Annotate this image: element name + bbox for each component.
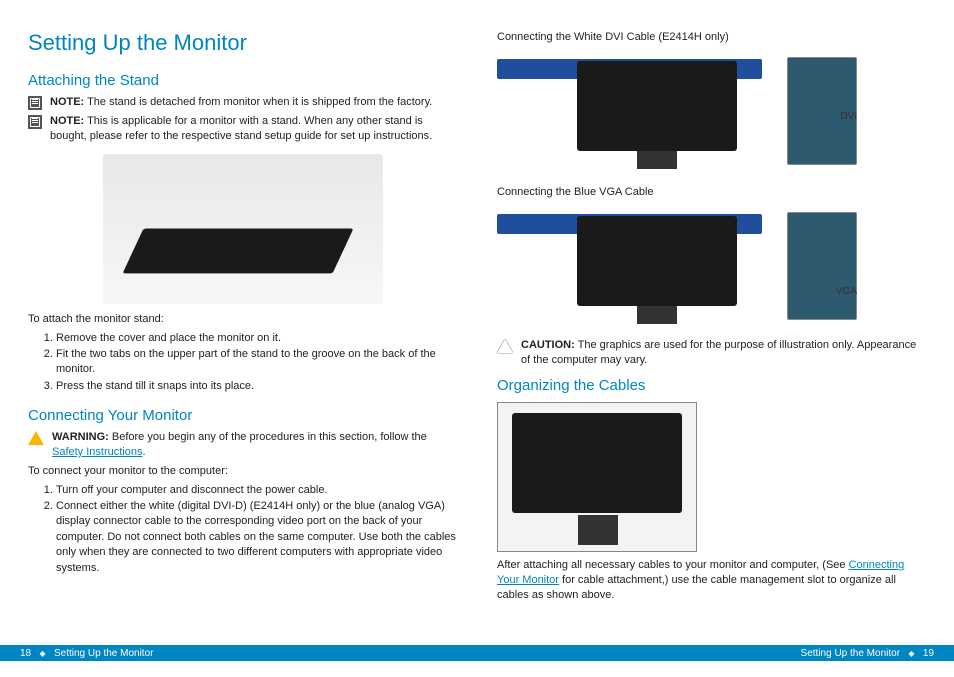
dvi-connection-illustration: DVI bbox=[497, 53, 857, 173]
warning-text: Before you begin any of the procedures i… bbox=[109, 431, 427, 443]
caution-label: CAUTION: bbox=[521, 339, 575, 351]
connecting-lead: To connect your monitor to the computer: bbox=[28, 464, 457, 479]
stand-assembly-illustration bbox=[103, 154, 383, 304]
right-column: Connecting the White DVI Cable (E2414H o… bbox=[497, 30, 926, 640]
note-text: This is applicable for a monitor with a … bbox=[50, 115, 432, 142]
warning-icon bbox=[28, 431, 44, 445]
page-footer: 18 ◆ Setting Up the Monitor Setting Up t… bbox=[0, 645, 954, 661]
dvi-caption: Connecting the White DVI Cable (E2414H o… bbox=[497, 30, 926, 45]
caution-icon bbox=[497, 339, 513, 353]
vga-connection-illustration: VGA bbox=[497, 208, 857, 328]
list-item: Connect either the white (digital DVI-D)… bbox=[56, 499, 457, 576]
heading-connecting: Connecting Your Monitor bbox=[28, 407, 457, 424]
warning-row: WARNING: Before you begin any of the pro… bbox=[28, 430, 457, 460]
list-item: Remove the cover and place the monitor o… bbox=[56, 331, 457, 346]
caution-row: CAUTION: The graphics are used for the p… bbox=[497, 338, 926, 368]
note-label: NOTE: bbox=[50, 96, 84, 108]
note-icon bbox=[28, 96, 42, 110]
note-label: NOTE: bbox=[50, 115, 84, 127]
page-title: Setting Up the Monitor bbox=[28, 30, 457, 56]
heading-attaching: Attaching the Stand bbox=[28, 72, 457, 89]
attaching-lead: To attach the monitor stand: bbox=[28, 312, 457, 327]
heading-organizing: Organizing the Cables bbox=[497, 377, 926, 394]
cable-organization-illustration bbox=[497, 402, 697, 552]
warning-text-after: . bbox=[143, 446, 146, 458]
note-icon bbox=[28, 115, 42, 129]
list-item: Turn off your computer and disconnect th… bbox=[56, 483, 457, 498]
note-1: NOTE: The stand is detached from monitor… bbox=[28, 95, 457, 110]
footer-right: Setting Up the Monitor ◆ 19 bbox=[801, 648, 934, 659]
left-column: Setting Up the Monitor Attaching the Sta… bbox=[28, 30, 457, 640]
warning-label: WARNING: bbox=[52, 431, 109, 443]
note-2: NOTE: This is applicable for a monitor w… bbox=[28, 114, 457, 144]
caution-text: The graphics are used for the purpose of… bbox=[521, 339, 916, 366]
list-item: Press the stand till it snaps into its p… bbox=[56, 379, 457, 394]
vga-port-label: VGA bbox=[836, 286, 857, 297]
vga-caption: Connecting the Blue VGA Cable bbox=[497, 185, 926, 200]
organizing-text: After attaching all necessary cables to … bbox=[497, 558, 926, 603]
attaching-steps: Remove the cover and place the monitor o… bbox=[28, 331, 457, 396]
footer-left: 18 ◆ Setting Up the Monitor bbox=[20, 648, 153, 659]
dvi-port-label: DVI bbox=[840, 111, 857, 122]
connecting-steps: Turn off your computer and disconnect th… bbox=[28, 483, 457, 577]
note-text: The stand is detached from monitor when … bbox=[84, 96, 432, 108]
safety-instructions-link[interactable]: Safety Instructions bbox=[52, 446, 143, 458]
list-item: Fit the two tabs on the upper part of th… bbox=[56, 347, 457, 378]
